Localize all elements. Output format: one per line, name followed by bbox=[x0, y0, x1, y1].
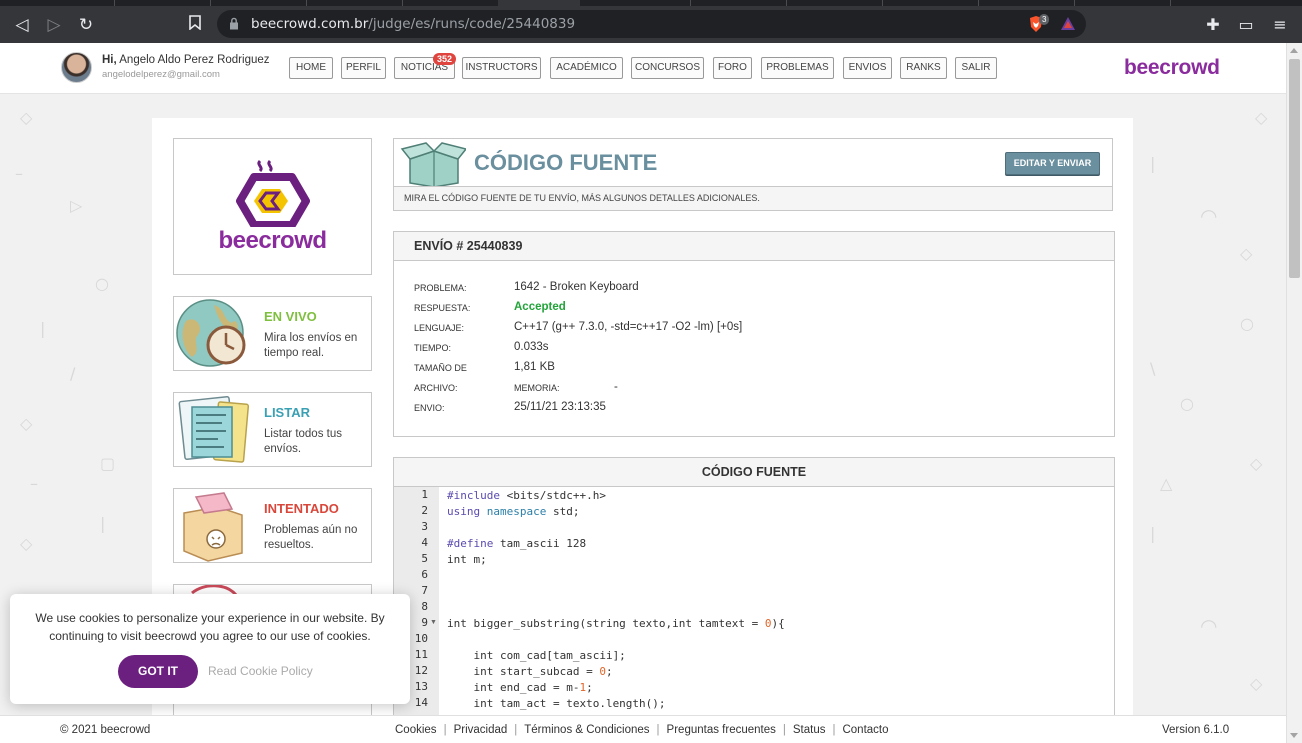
address-bar[interactable]: beecrowd.com.br/judge/es/runs/code/25440… bbox=[217, 10, 1086, 38]
value-memoria: - bbox=[614, 381, 618, 393]
open-box-icon bbox=[400, 142, 466, 187]
code-text[interactable]: #include <bits/stdc++.h> using namespace… bbox=[447, 488, 785, 712]
avatar[interactable] bbox=[61, 52, 92, 83]
label-problema: PROBLEMA: bbox=[414, 283, 467, 293]
scroll-thumb[interactable] bbox=[1289, 59, 1300, 278]
reload-icon[interactable]: ↻ bbox=[75, 14, 97, 36]
line-number: 1 bbox=[421, 488, 428, 501]
url-text: beecrowd.com.br/judge/es/runs/code/25440… bbox=[251, 16, 576, 32]
nav-envios[interactable]: ENVIOS bbox=[843, 57, 892, 79]
value-respuesta: Accepted bbox=[514, 301, 566, 313]
menu-icon[interactable]: ≡ bbox=[1270, 15, 1290, 34]
line-number: 5 bbox=[421, 552, 428, 565]
source-code-title: CÓDIGO FUENTE bbox=[394, 458, 1114, 487]
line-number: 3 bbox=[421, 520, 428, 533]
submission-details: ENVÍO # 25440839 PROBLEMA: 1642 - Broken… bbox=[393, 231, 1115, 437]
footer-copyright: © 2021 beecrowd bbox=[60, 724, 151, 736]
box-character-icon bbox=[183, 492, 243, 562]
brand-logo[interactable]: beecrowd bbox=[1124, 56, 1220, 80]
edit-and-submit-button[interactable]: EDITAR Y ENVIAR bbox=[1005, 152, 1100, 175]
page-title: CÓDIGO FUENTE bbox=[474, 150, 658, 175]
nav-home[interactable]: HOME bbox=[289, 57, 333, 79]
lock-icon bbox=[230, 17, 238, 30]
value-tamano: 1,81 KB bbox=[514, 361, 555, 373]
wallet-icon[interactable]: ▭ bbox=[1236, 15, 1256, 34]
nav-academico[interactable]: ACADÉMICO bbox=[550, 57, 623, 79]
sidebar-item-intentado[interactable]: INTENTADO Problemas aún no resueltos. bbox=[173, 488, 372, 563]
scroll-down-icon[interactable] bbox=[1290, 733, 1298, 738]
forward-icon[interactable]: ▷ bbox=[43, 14, 65, 36]
sidebar-item-desc: Listar todos tus envíos. bbox=[264, 428, 342, 455]
nav-instructors[interactable]: INSTRUCTORS bbox=[462, 57, 541, 79]
sidebar-item-desc: Problemas aún no resueltos. bbox=[264, 524, 358, 551]
cookie-policy-link[interactable]: Read Cookie Policy bbox=[208, 664, 313, 678]
cookie-accept-button[interactable]: GOT IT bbox=[118, 655, 198, 688]
line-number: 6 bbox=[421, 568, 428, 581]
submission-title: ENVÍO # 25440839 bbox=[394, 232, 1114, 261]
line-number: 2 bbox=[421, 504, 428, 517]
footer-link-faq[interactable]: Preguntas frecuentes bbox=[667, 724, 776, 736]
beecrowd-logo-box[interactable]: beecrowd bbox=[173, 138, 372, 275]
nav-perfil[interactable]: PERFIL bbox=[341, 57, 386, 79]
cookie-message: We use cookies to personalize your exper… bbox=[35, 611, 385, 643]
nav-salir[interactable]: SALIR bbox=[955, 57, 997, 79]
beecrowd-hexagon-icon bbox=[236, 159, 310, 227]
beecrowd-wordmark: beecrowd bbox=[218, 227, 327, 254]
cookie-consent-popup: We use cookies to personalize your exper… bbox=[10, 594, 410, 704]
sidebar-item-en-vivo[interactable]: EN VIVO Mira los envíos en tiempo real. bbox=[173, 296, 372, 371]
document-list-icon bbox=[178, 395, 250, 463]
footer-link-terminos[interactable]: Términos & Condiciones bbox=[524, 724, 649, 736]
sidebar-item-title: EN VIVO bbox=[264, 309, 317, 324]
footer-link-contacto[interactable]: Contacto bbox=[842, 724, 888, 736]
source-code-header: CÓDIGO FUENTE EDITAR Y ENVIAR MIRA EL CÓ… bbox=[393, 138, 1113, 211]
nav-ranks[interactable]: RANKS bbox=[900, 57, 947, 79]
footer-link-status[interactable]: Status bbox=[793, 724, 826, 736]
label-respuesta: RESPUESTA: bbox=[414, 303, 471, 313]
value-envio: 25/11/21 23:13:35 bbox=[514, 401, 606, 413]
value-lenguaje: C++17 (g++ 7.3.0, -std=c++17 -O2 -lm) [+… bbox=[514, 321, 743, 333]
notification-count-badge: 352 bbox=[433, 53, 457, 65]
fold-arrow-icon[interactable]: ▼ bbox=[430, 619, 437, 626]
sidebar-item-desc: Mira los envíos en tiempo real. bbox=[264, 332, 358, 359]
label-envio: ENVIO: bbox=[414, 403, 445, 413]
brave-rewards-icon[interactable] bbox=[1060, 16, 1076, 32]
line-number: 4 bbox=[421, 536, 428, 549]
browser-toolbar: ◁ ▷ ↻ beecrowd.com.br/judge/es/runs/code… bbox=[0, 6, 1302, 43]
site-header: Hi, Angelo Aldo Perez Rodriguez angelode… bbox=[0, 43, 1286, 94]
value-problema[interactable]: 1642 - Broken Keyboard bbox=[514, 281, 639, 293]
nav-problemas[interactable]: PROBLEMAS bbox=[761, 57, 834, 79]
label-tiempo: TIEMPO: bbox=[414, 343, 452, 353]
sidebar-item-title: INTENTADO bbox=[264, 501, 339, 516]
label-tamano: TAMAÑO DE bbox=[414, 363, 467, 373]
label-memoria: MEMORIA: bbox=[514, 383, 560, 393]
site-footer: © 2021 beecrowd Cookies | Privacidad | Térmi… bbox=[0, 715, 1286, 743]
user-greeting: Hi, Angelo Aldo Perez Rodriguez bbox=[102, 54, 270, 66]
nav-concursos[interactable]: CONCURSOS bbox=[631, 57, 704, 79]
sidebar-item-title: LISTAR bbox=[264, 405, 310, 420]
bookmark-icon[interactable] bbox=[184, 14, 206, 36]
footer-links: Cookies | Privacidad | Términos & Condicione… bbox=[395, 724, 889, 736]
scroll-up-icon[interactable] bbox=[1290, 48, 1298, 53]
page-scrollbar[interactable] bbox=[1286, 43, 1302, 743]
user-email: angelodelperez@gmail.com bbox=[102, 69, 220, 80]
label-lenguaje: LENGUAJE: bbox=[414, 323, 465, 333]
footer-link-cookies[interactable]: Cookies bbox=[395, 724, 437, 736]
globe-clock-icon bbox=[176, 299, 246, 367]
page-subtitle: MIRA EL CÓDIGO FUENTE DE TU ENVÍO, MÁS A… bbox=[394, 186, 1112, 210]
label-archivo: ARCHIVO: bbox=[414, 383, 458, 393]
footer-version: Version 6.1.0 bbox=[1162, 724, 1230, 736]
nav-foro[interactable]: FORO bbox=[713, 57, 752, 79]
source-code-panel: CÓDIGO FUENTE 1 2 3 4 5 6 7 8 9 ▼ 10 11 … bbox=[393, 457, 1115, 727]
sidebar-item-listar[interactable]: LISTAR Listar todos tus envíos. bbox=[173, 392, 372, 467]
footer-link-privacidad[interactable]: Privacidad bbox=[454, 724, 508, 736]
back-icon[interactable]: ◁ bbox=[11, 14, 33, 36]
extensions-puzzle-icon[interactable]: ✚ bbox=[1203, 15, 1223, 34]
value-tiempo: 0.033s bbox=[514, 341, 549, 353]
